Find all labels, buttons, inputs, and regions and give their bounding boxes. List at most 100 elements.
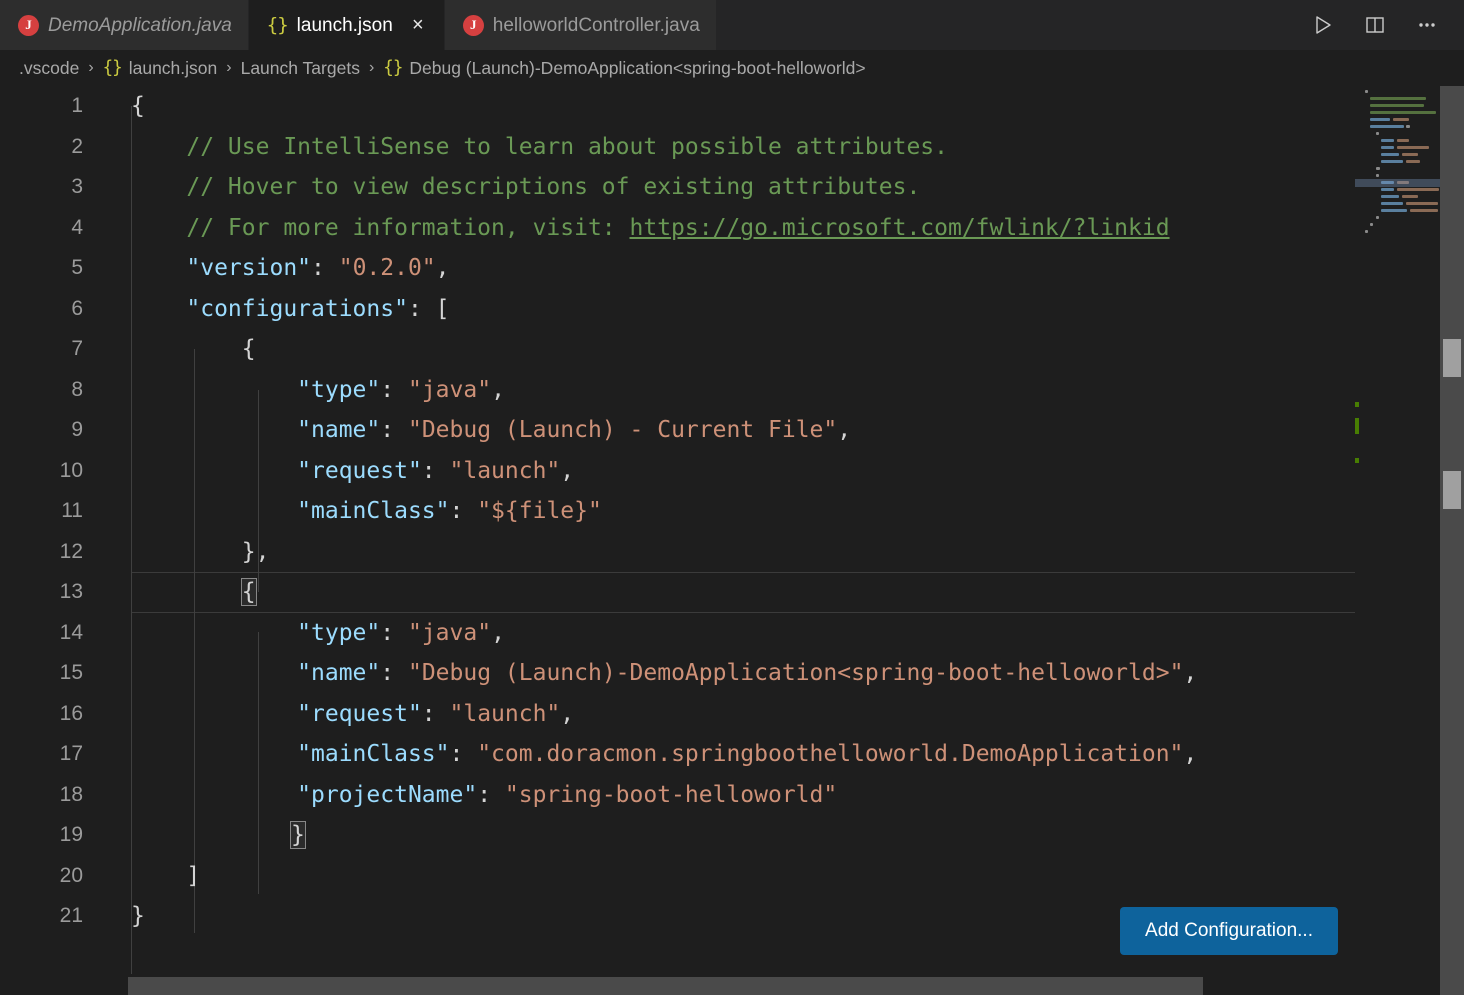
- breadcrumb-label: .vscode: [19, 57, 80, 78]
- line-content: // For more information, visit: https://…: [131, 214, 1170, 241]
- breadcrumb-item-debug-launch-config[interactable]: {} Debug (Launch)-DemoApplication<spring…: [383, 58, 865, 79]
- line-content: "type": "java",: [297, 376, 505, 403]
- line-content: "name": "Debug (Launch)-DemoApplication<…: [297, 660, 1198, 687]
- tab-helloworldcontroller-java[interactable]: J helloworldController.java: [444, 0, 717, 50]
- line-content: "type": "java",: [297, 619, 505, 646]
- line-number: 2: [71, 134, 83, 158]
- tab-label: DemoApplication.java: [48, 14, 232, 36]
- minimap-change-markers: [1355, 86, 1359, 995]
- code-line: 3 // Hover to view descriptions of exist…: [0, 167, 1355, 208]
- breadcrumb-item-vscode[interactable]: .vscode: [19, 58, 79, 79]
- line-number: 9: [71, 418, 83, 442]
- line-number: 8: [71, 377, 83, 401]
- code-line: 17 "mainClass": "com.doracmon.springboot…: [0, 734, 1355, 775]
- line-number: 19: [59, 823, 83, 847]
- line-content: {: [131, 93, 145, 120]
- run-icon[interactable]: [1310, 12, 1336, 38]
- line-content: "configurations": [: [186, 295, 450, 322]
- code-line: 6 "configurations": [: [0, 289, 1355, 330]
- json-icon: {}: [266, 14, 289, 36]
- bracket-match-highlight: }: [290, 821, 306, 850]
- code-line: 20 ]: [0, 856, 1355, 897]
- json-icon: {}: [383, 58, 403, 78]
- line-number: 13: [59, 580, 83, 604]
- code-line: 2 // Use IntelliSense to learn about pos…: [0, 127, 1355, 168]
- line-content: }: [83, 821, 1355, 850]
- line-number: 21: [59, 904, 83, 928]
- tab-label: launch.json: [296, 14, 393, 36]
- line-content: // Hover to view descriptions of existin…: [131, 174, 921, 201]
- json-icon: {}: [102, 58, 123, 78]
- line-content: "request": "launch",: [297, 700, 575, 727]
- breadcrumb-separator-icon: ›: [368, 59, 375, 76]
- line-number: 18: [59, 782, 83, 806]
- tab-label: helloworldController.java: [492, 14, 700, 36]
- code-line: 7 {: [0, 329, 1355, 370]
- more-actions-icon[interactable]: [1414, 12, 1440, 38]
- line-number: 4: [71, 215, 83, 239]
- tab-demoapplication-java[interactable]: J DemoApplication.java: [0, 0, 249, 50]
- line-content: {: [131, 336, 256, 363]
- code-line: 4 // For more information, visit: https:…: [0, 208, 1355, 249]
- line-number: 11: [61, 499, 83, 523]
- breadcrumb-label: Debug (Launch)-DemoApplication<spring-bo…: [409, 57, 866, 78]
- line-content: "version": "0.2.0",: [186, 255, 450, 282]
- line-content: ]: [131, 862, 201, 889]
- java-icon: J: [462, 14, 484, 36]
- minimap-content: [1365, 88, 1440, 235]
- line-number: 3: [71, 175, 83, 199]
- code-line: 10 "request": "launch",: [0, 451, 1355, 492]
- breadcrumb-item-launch-targets[interactable]: Launch Targets: [241, 58, 360, 79]
- editor-body: 1 { 2 // Use IntelliSense to learn about…: [0, 86, 1464, 995]
- bracket-match-highlight: {: [240, 578, 257, 607]
- breadcrumb-separator-icon: ›: [226, 59, 232, 76]
- line-content: "mainClass": "${file}": [297, 498, 602, 525]
- line-number: 15: [59, 661, 83, 685]
- horizontal-scrollbar-thumb: [128, 977, 1203, 995]
- code-line: 14 "type": "java",: [0, 613, 1355, 654]
- line-number: 5: [71, 256, 83, 280]
- breadcrumb-label: Launch Targets: [240, 57, 360, 78]
- split-editor-icon[interactable]: [1362, 12, 1388, 38]
- tab-launch-json[interactable]: {} launch.json ×: [248, 0, 445, 50]
- line-number: 6: [71, 296, 83, 320]
- vertical-scrollbar[interactable]: [1440, 86, 1464, 995]
- tab-bar-spacer: [716, 0, 1300, 50]
- horizontal-scrollbar[interactable]: [0, 977, 1440, 995]
- documentation-link[interactable]: https://go.microsoft.com/fwlink/?linkid: [630, 215, 1170, 241]
- code-text-area[interactable]: 1 { 2 // Use IntelliSense to learn about…: [0, 86, 1355, 995]
- vertical-scrollbar-thumb-secondary: [1443, 471, 1461, 509]
- code-line: 19 }: [0, 815, 1355, 856]
- line-content: "request": "launch",: [297, 457, 575, 484]
- code-line: 1 {: [0, 86, 1355, 127]
- vscode-editor-window: J DemoApplication.java {} launch.json × …: [0, 0, 1464, 995]
- code-line: 16 "request": "launch",: [0, 694, 1355, 735]
- close-icon[interactable]: ×: [408, 15, 428, 35]
- editor-tab-bar: J DemoApplication.java {} launch.json × …: [0, 0, 1464, 50]
- code-line: 9 "name": "Debug (Launch) - Current File…: [0, 410, 1355, 451]
- editor-actions: [1300, 0, 1464, 50]
- line-content: "projectName": "spring-boot-helloworld": [297, 781, 838, 808]
- line-number: 10: [59, 458, 83, 482]
- code-line: 11 "mainClass": "${file}": [0, 491, 1355, 532]
- breadcrumb: .vscode › {} launch.json › Launch Target…: [0, 50, 1464, 86]
- line-number: 7: [71, 337, 83, 361]
- minimap-slider: [1355, 179, 1440, 187]
- line-content: },: [131, 538, 270, 565]
- line-content: {: [83, 578, 1355, 607]
- line-number: 16: [59, 701, 83, 725]
- line-number: 1: [71, 94, 83, 118]
- code-line: 18 "projectName": "spring-boot-helloworl…: [0, 775, 1355, 816]
- breadcrumb-item-launch-json[interactable]: {} launch.json: [103, 58, 218, 79]
- line-number: 14: [59, 620, 83, 644]
- code-line-current: 13 {: [0, 572, 1355, 613]
- breadcrumb-separator-icon: ›: [88, 59, 94, 76]
- minimap[interactable]: [1355, 86, 1440, 995]
- line-content: "name": "Debug (Launch) - Current File",: [297, 417, 852, 444]
- line-number: 12: [59, 539, 83, 563]
- code-line: 5 "version": "0.2.0",: [0, 248, 1355, 289]
- line-number: 20: [59, 863, 83, 887]
- line-content: }: [131, 903, 145, 930]
- java-icon: J: [18, 14, 39, 36]
- line-content: // Use IntelliSense to learn about possi…: [131, 133, 948, 160]
